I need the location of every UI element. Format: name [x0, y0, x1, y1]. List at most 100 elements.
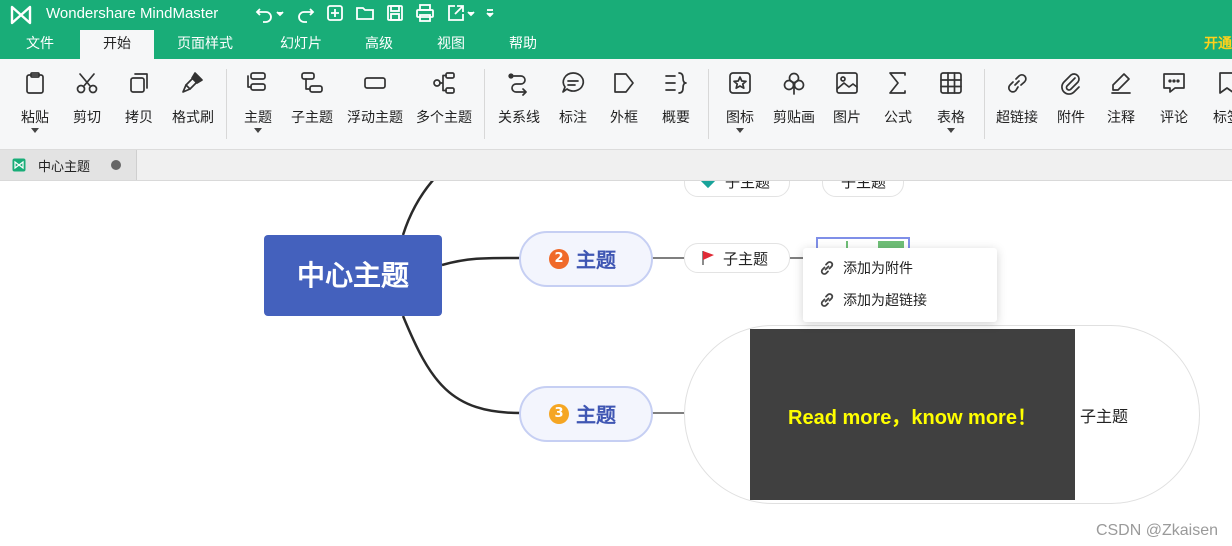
ribbon-separator [984, 69, 985, 139]
title-bar: Wondershare MindMaster [0, 0, 1232, 30]
diamond-icon [700, 181, 716, 189]
floating-topic-button[interactable]: 浮动主题 [342, 59, 408, 149]
subtopic-flag[interactable]: 子主题 [684, 243, 790, 273]
table-dropdown-icon[interactable] [947, 128, 955, 133]
document-tab-title: 中心主题 [38, 160, 91, 175]
new-file-icon[interactable] [325, 3, 347, 25]
subtopic-button[interactable]: 子主题 [286, 59, 338, 149]
summary-icon [663, 70, 689, 96]
undo-icon[interactable] [254, 3, 276, 25]
summary-button[interactable]: 概要 [652, 59, 700, 149]
link-icon [1004, 70, 1030, 96]
save-icon[interactable] [385, 3, 407, 25]
icon-picker-icon [727, 70, 753, 96]
subtopic-image-label: 子主题 [1080, 407, 1129, 426]
icon-dropdown-icon[interactable] [736, 128, 744, 133]
comment-button[interactable]: 评论 [1148, 59, 1200, 149]
callout-icon [560, 70, 586, 96]
undo-dropdown-icon[interactable] [275, 3, 285, 25]
menu-view[interactable]: 视图 [420, 30, 482, 59]
image-icon [834, 70, 860, 96]
add-as-hyperlink-item[interactable]: 添加为超链接 [803, 284, 997, 316]
ribbon-separator [708, 69, 709, 139]
table-icon [938, 70, 964, 96]
copy-button[interactable]: 拷贝 [114, 59, 164, 149]
mindmap-file-icon [12, 158, 26, 172]
menu-home[interactable]: 开始 [80, 30, 154, 59]
paste-dropdown-icon[interactable] [31, 128, 39, 133]
subtopic-top-left[interactable]: 子主题 [684, 181, 790, 197]
paste-button[interactable]: 粘贴 [10, 59, 60, 149]
topic-icon [245, 70, 271, 96]
main-topic-3-label: 主题 [576, 403, 616, 427]
relation-icon [506, 70, 532, 96]
menu-upgrade[interactable]: 开通 [1204, 30, 1232, 59]
menu-page-style[interactable]: 页面样式 [158, 30, 252, 59]
branch-to-top [401, 181, 434, 236]
tag-button[interactable]: 标签 [1204, 59, 1232, 149]
add-as-attachment-item[interactable]: 添加为附件 [803, 252, 997, 284]
menu-bar: 文件 开始 页面样式 幻灯片 高级 视图 帮助 开通 [0, 30, 1232, 59]
clipart-button[interactable]: 剪贴画 [768, 59, 820, 149]
app-title: Wondershare MindMaster [46, 5, 219, 22]
unsaved-dot-icon[interactable] [111, 160, 121, 170]
image-button[interactable]: 图片 [824, 59, 870, 149]
mindmap-canvas[interactable]: 子主题 子主题 中心主题 2 主题 3 主题 子主题 Read more，kno… [0, 181, 1232, 546]
sigma-icon [885, 70, 911, 96]
ribbon-toolbar: 粘贴 剪切 拷贝 格式刷 主题 子主题 浮动主题 多个主题 关系线 标注 外框 … [0, 59, 1232, 150]
clipart-icon [781, 70, 807, 96]
subtopic-icon [299, 70, 325, 96]
multi-topic-button[interactable]: 多个主题 [412, 59, 476, 149]
main-topic-3[interactable]: 3 主题 [519, 386, 653, 442]
central-topic[interactable]: 中心主题 [264, 235, 442, 316]
print-icon[interactable] [415, 3, 437, 25]
redo-icon[interactable] [296, 3, 318, 25]
clipboard-icon [22, 70, 48, 96]
ribbon-separator [484, 69, 485, 139]
image-caption: Read more，know more！ [788, 407, 1037, 429]
main-topic-2-label: 主题 [576, 248, 616, 272]
subtopic-top-right[interactable]: 子主题 [822, 181, 904, 197]
topic-dropdown-icon[interactable] [254, 128, 262, 133]
cut-button[interactable]: 剪切 [62, 59, 112, 149]
callout-button[interactable]: 标注 [550, 59, 596, 149]
export-icon[interactable] [446, 3, 468, 25]
customize-icon[interactable] [484, 3, 496, 25]
export-dropdown-icon[interactable] [466, 3, 476, 25]
topic-button[interactable]: 主题 [234, 59, 282, 149]
priority-2-icon: 2 [549, 249, 569, 269]
table-button[interactable]: 表格 [926, 59, 976, 149]
open-folder-icon[interactable] [355, 3, 377, 25]
boundary-icon [611, 70, 637, 96]
tag-icon [1214, 70, 1232, 96]
document-tab[interactable]: 中心主题 [0, 150, 137, 180]
paperclip-icon [1058, 70, 1084, 96]
menu-help[interactable]: 帮助 [492, 30, 554, 59]
formula-button[interactable]: 公式 [874, 59, 922, 149]
format-brush-button[interactable]: 格式刷 [166, 59, 220, 149]
branch-to-topic-3 [401, 315, 521, 415]
attachment-button[interactable]: 附件 [1048, 59, 1094, 149]
topic-image[interactable]: Read more，know more！ [750, 329, 1075, 500]
watermark: CSDN @Zkaisen [1095, 522, 1218, 539]
note-button[interactable]: 注释 [1098, 59, 1144, 149]
main-topic-2[interactable]: 2 主题 [519, 231, 653, 287]
floating-topic-icon [362, 70, 388, 96]
drop-context-menu: 添加为附件 添加为超链接 [803, 248, 997, 322]
menu-file[interactable]: 文件 [0, 30, 80, 59]
multi-topic-icon [431, 70, 457, 96]
hyperlink-button[interactable]: 超链接 [990, 59, 1044, 149]
boundary-button[interactable]: 外框 [600, 59, 648, 149]
branch-to-topic-2 [441, 256, 521, 267]
icon-button[interactable]: 图标 [716, 59, 764, 149]
mindmaster-logo-icon [10, 5, 32, 25]
copy-icon [126, 70, 152, 96]
link-icon [820, 293, 834, 307]
menu-advanced[interactable]: 高级 [350, 30, 408, 59]
brush-icon [180, 70, 206, 96]
menu-slides[interactable]: 幻灯片 [262, 30, 340, 59]
pencil-icon [1108, 70, 1134, 96]
relation-line-button[interactable]: 关系线 [492, 59, 546, 149]
link-icon [820, 261, 834, 275]
ribbon-separator [226, 69, 227, 139]
